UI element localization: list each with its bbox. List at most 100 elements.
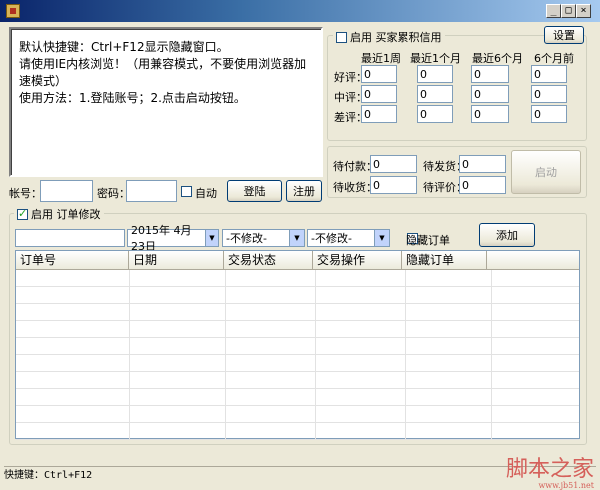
table-cell xyxy=(406,406,492,422)
orders-table[interactable]: 订单号 日期 交易状态 交易操作 隐藏订单 xyxy=(15,250,580,440)
credit-neutral-week[interactable] xyxy=(361,85,397,103)
table-cell xyxy=(130,287,226,303)
pending-review-input[interactable] xyxy=(459,176,506,194)
credit-good-week[interactable] xyxy=(361,65,397,83)
table-row xyxy=(16,406,579,423)
table-cell xyxy=(316,287,406,303)
maximize-button[interactable]: □ xyxy=(561,4,576,18)
col-order-number[interactable]: 订单号 xyxy=(16,251,129,269)
credit-good-month[interactable] xyxy=(417,65,453,83)
table-cell xyxy=(16,389,130,405)
table-row xyxy=(16,355,579,372)
credit-enable-checkbox[interactable] xyxy=(336,31,347,43)
order-date-picker[interactable]: 2015年 4月23日 ▼ xyxy=(127,224,219,253)
table-cell xyxy=(316,304,406,320)
close-button[interactable]: × xyxy=(576,4,591,18)
table-header: 订单号 日期 交易状态 交易操作 隐藏订单 xyxy=(16,251,579,270)
order-number-input[interactable] xyxy=(15,229,125,247)
credit-col-week: 最近1周 xyxy=(361,52,401,65)
col-hide-order[interactable]: 隐藏订单 xyxy=(402,251,487,269)
table-cell xyxy=(226,372,316,388)
table-cell xyxy=(406,270,492,286)
table-cell xyxy=(316,270,406,286)
orders-enable-label: 启用 订单修改 xyxy=(31,208,101,221)
credit-good-before[interactable] xyxy=(531,65,567,83)
add-button[interactable]: 添加 xyxy=(479,223,535,247)
credit-col-before: 6个月前 xyxy=(534,52,574,65)
credit-bad-month[interactable] xyxy=(417,105,453,123)
order-status-value: -不修改- xyxy=(226,232,267,245)
chevron-down-icon[interactable]: ▼ xyxy=(289,230,304,246)
title-bar[interactable] xyxy=(0,0,600,22)
credit-col-month: 最近1个月 xyxy=(410,52,461,65)
table-cell xyxy=(130,270,226,286)
credit-bad-6month[interactable] xyxy=(471,105,509,123)
status-text: 快捷键：Ctrl+F12 xyxy=(4,470,93,481)
notes-box[interactable]: 默认快捷键：Ctrl+F12显示隐藏窗口。 请使用IE内核浏览！（用兼容模式，不… xyxy=(9,27,323,177)
table-cell xyxy=(16,372,130,388)
col-trade-status[interactable]: 交易状态 xyxy=(224,251,313,269)
table-cell xyxy=(316,423,406,439)
start-button[interactable]: 启动 xyxy=(511,150,581,194)
credit-good-6month[interactable] xyxy=(471,65,509,83)
table-cell xyxy=(406,321,492,337)
minimize-button[interactable]: _ xyxy=(546,4,561,18)
table-cell xyxy=(406,389,492,405)
col-trade-action[interactable]: 交易操作 xyxy=(313,251,402,269)
credit-neutral-6month[interactable] xyxy=(471,85,509,103)
table-cell xyxy=(130,321,226,337)
table-cell xyxy=(226,304,316,320)
auto-login-checkbox[interactable] xyxy=(181,186,192,197)
pending-pay-input[interactable] xyxy=(370,155,417,173)
table-cell xyxy=(226,389,316,405)
table-cell xyxy=(406,355,492,371)
password-input[interactable] xyxy=(126,180,177,202)
settings-button[interactable]: 设置 xyxy=(544,26,584,44)
order-status-select[interactable]: -不修改- ▼ xyxy=(222,229,305,247)
register-button[interactable]: 注册 xyxy=(286,180,322,202)
table-body xyxy=(16,270,579,440)
table-cell xyxy=(406,304,492,320)
table-cell xyxy=(406,423,492,439)
orders-enable[interactable]: 启用 订单修改 xyxy=(14,206,104,222)
account-label: 帐号： xyxy=(9,187,42,200)
table-cell xyxy=(226,406,316,422)
table-cell xyxy=(226,355,316,371)
table-cell xyxy=(406,338,492,354)
credit-enable-label: 启用 买家累积信用 xyxy=(350,31,442,44)
login-button[interactable]: 登陆 xyxy=(227,180,282,202)
table-cell xyxy=(226,423,316,439)
table-cell xyxy=(16,338,130,354)
chevron-down-icon[interactable]: ▼ xyxy=(374,230,389,246)
table-cell xyxy=(130,406,226,422)
chevron-down-icon[interactable]: ▼ xyxy=(204,230,218,246)
credit-col-6month: 最近6个月 xyxy=(472,52,523,65)
table-cell xyxy=(16,270,130,286)
table-cell xyxy=(16,423,130,439)
credit-bad-before[interactable] xyxy=(531,105,567,123)
auto-login-label: 自动 xyxy=(195,187,217,200)
credit-bad-week[interactable] xyxy=(361,105,397,123)
pending-receive-input[interactable] xyxy=(370,176,417,194)
table-cell xyxy=(226,270,316,286)
notes-line-3: 使用方法：1.登陆账号；2.点击启动按钮。 xyxy=(19,91,246,105)
table-row xyxy=(16,270,579,287)
credit-enable[interactable]: 启用 买家累积信用 xyxy=(333,29,445,45)
table-cell xyxy=(16,321,130,337)
credit-neutral-month[interactable] xyxy=(417,85,453,103)
pending-ship-input[interactable] xyxy=(459,155,506,173)
table-cell xyxy=(130,389,226,405)
col-date[interactable]: 日期 xyxy=(129,251,224,269)
app-icon xyxy=(6,4,20,18)
order-action-select[interactable]: -不修改- ▼ xyxy=(307,229,390,247)
table-cell xyxy=(16,304,130,320)
orders-enable-checkbox[interactable] xyxy=(17,207,28,220)
table-cell xyxy=(130,338,226,354)
credit-neutral-before[interactable] xyxy=(531,85,567,103)
account-input[interactable] xyxy=(40,180,93,202)
table-cell xyxy=(316,355,406,371)
table-cell xyxy=(130,304,226,320)
table-row xyxy=(16,321,579,338)
table-cell xyxy=(226,321,316,337)
table-cell xyxy=(406,372,492,388)
